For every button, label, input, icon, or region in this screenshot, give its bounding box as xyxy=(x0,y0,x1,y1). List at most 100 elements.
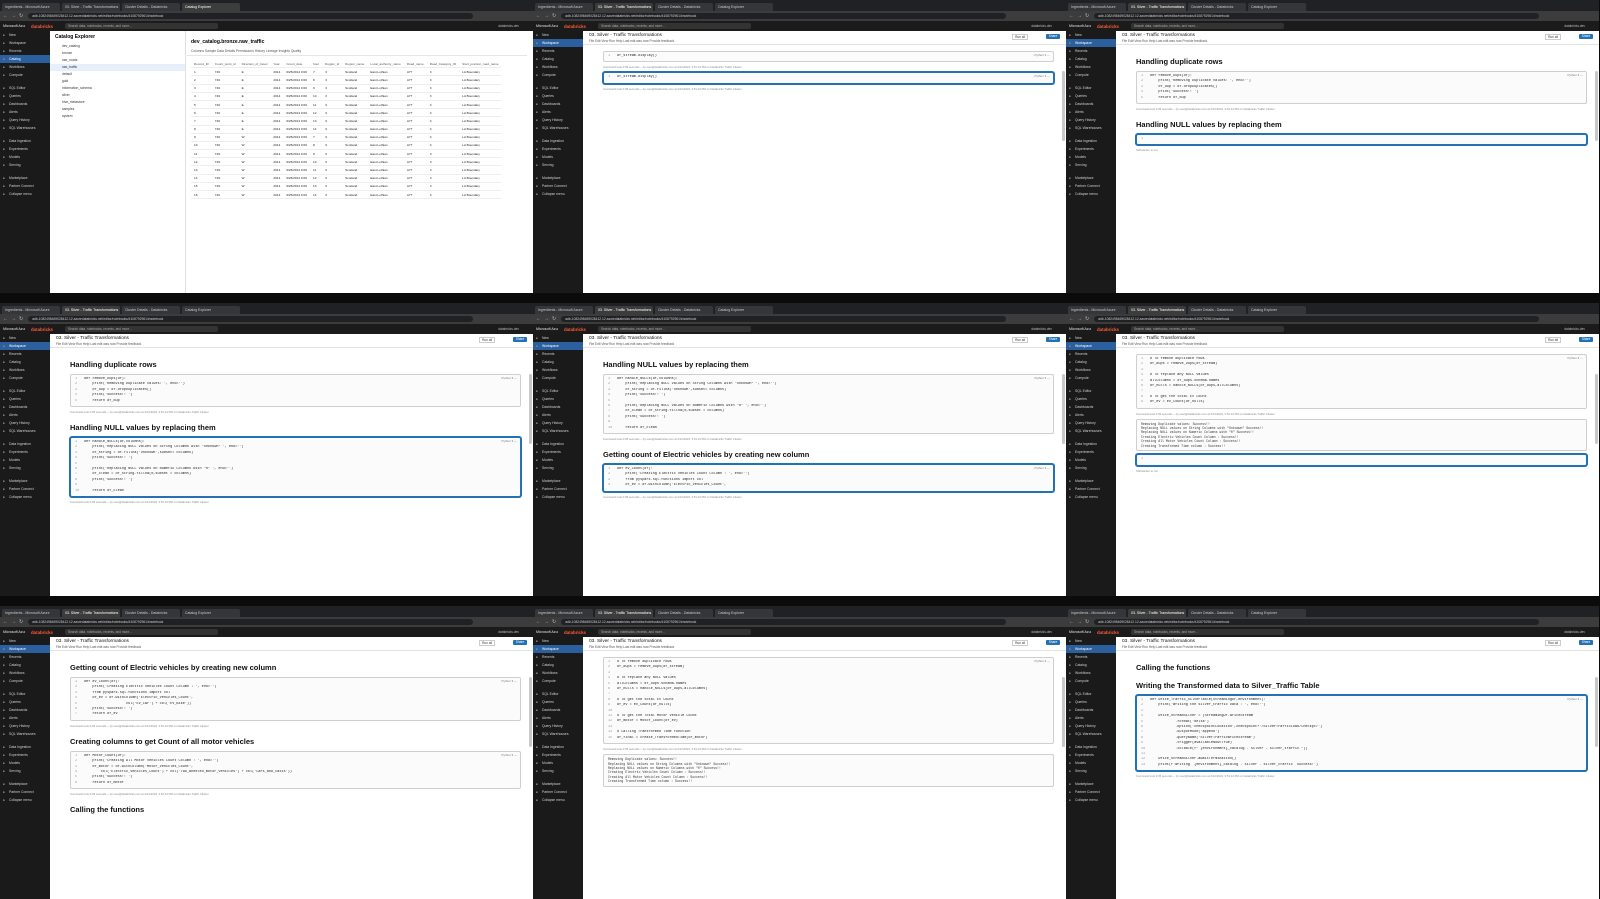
sidebar-item[interactable]: SQL Editor xyxy=(533,387,583,395)
share-button[interactable]: Share xyxy=(1579,34,1593,39)
sidebar-item[interactable]: Alerts xyxy=(1066,411,1116,419)
sidebar-item[interactable]: Partner Connect xyxy=(0,788,50,796)
sidebar-item[interactable]: Recents xyxy=(1066,653,1116,661)
notebook-title[interactable]: 03. Silver - Traffic Transformations xyxy=(1122,33,1195,38)
sidebar-item[interactable]: Dashboards xyxy=(533,706,583,714)
scrollbar[interactable] xyxy=(1595,374,1598,444)
databricks-logo[interactable]: databricks xyxy=(1097,24,1119,29)
sidebar-item[interactable]: SQL Warehouses xyxy=(533,427,583,435)
column-header[interactable]: Region_name xyxy=(342,60,368,69)
run-all-button[interactable]: Run all xyxy=(1012,337,1028,343)
sidebar-item[interactable]: Data Ingestion xyxy=(1066,137,1116,145)
browser-tab[interactable]: 03. Silver - Traffic Transformations xyxy=(595,609,653,617)
catalog-tree-item[interactable]: silver xyxy=(50,92,185,99)
sidebar-item[interactable]: Marketplace xyxy=(1066,780,1116,788)
sidebar-item[interactable]: Experiments xyxy=(533,751,583,759)
scrollbar[interactable] xyxy=(529,374,532,444)
column-header[interactable]: Start_junction_road_name xyxy=(459,60,502,69)
sidebar-item[interactable]: Marketplace xyxy=(0,174,50,182)
sidebar-item[interactable]: Recents xyxy=(0,350,50,358)
sidebar-item[interactable]: Catalog xyxy=(0,55,50,63)
sidebar-item[interactable]: Collapse menu xyxy=(1066,190,1116,198)
url-input[interactable]: adb-1082498469028412.12.azuredatabricks.… xyxy=(1094,13,1539,19)
sidebar-item[interactable]: Collapse menu xyxy=(1066,796,1116,804)
browser-tab[interactable]: Catalog Explorer xyxy=(1248,609,1306,617)
sidebar-item[interactable]: Alerts xyxy=(1066,108,1116,116)
sidebar-item[interactable]: Catalog xyxy=(533,55,583,63)
code-cell[interactable]: Python ▾ ⋯ 1 def handle_NULLs(df,columns):… xyxy=(70,437,521,498)
column-header[interactable]: Count_point_id xyxy=(211,60,239,69)
sidebar-item[interactable]: Catalog xyxy=(1066,661,1116,669)
back-icon[interactable]: ← xyxy=(1069,316,1074,322)
sidebar-item[interactable]: Serving xyxy=(533,464,583,472)
code-cell[interactable]: Python ▾ ⋯ 1 # To remove duplicate rows 2 df… xyxy=(1136,354,1587,409)
column-header[interactable]: Year xyxy=(270,60,284,69)
catalog-tree-item[interactable]: information_schema xyxy=(50,85,185,92)
url-input[interactable]: adb-1082498469028412.12.azuredatabricks.… xyxy=(28,316,473,322)
browser-tab[interactable]: Catalog Explorer xyxy=(182,3,240,11)
sidebar-item[interactable]: Serving xyxy=(1066,464,1116,472)
sidebar-item[interactable]: New xyxy=(533,31,583,39)
empty-cell[interactable]: 1 xyxy=(1136,454,1587,466)
reload-icon[interactable]: ↻ xyxy=(19,316,23,322)
browser-tab[interactable]: Ingredients - Microsoft Azure xyxy=(1068,609,1126,617)
forward-icon[interactable]: → xyxy=(544,13,549,19)
reload-icon[interactable]: ↻ xyxy=(19,619,23,625)
sidebar-item[interactable]: SQL Warehouses xyxy=(0,730,50,738)
sidebar-item[interactable]: SQL Editor xyxy=(1066,690,1116,698)
sidebar-item[interactable]: SQL Editor xyxy=(533,690,583,698)
sidebar-item[interactable]: Alerts xyxy=(533,714,583,722)
sidebar-item[interactable]: Serving xyxy=(0,464,50,472)
sidebar-item[interactable]: Compute xyxy=(1066,71,1116,79)
code-cell[interactable]: Python ▾ ⋯ 1 def remove_Dups(df): 2 print('… xyxy=(1136,71,1587,105)
sidebar-item[interactable]: Alerts xyxy=(0,714,50,722)
sidebar-item[interactable]: Query History xyxy=(533,116,583,124)
browser-tab[interactable]: Catalog Explorer xyxy=(715,609,773,617)
sidebar-item[interactable]: SQL Editor xyxy=(0,84,50,92)
browser-tab[interactable]: Catalog Explorer xyxy=(182,306,240,314)
column-header[interactable]: hour xyxy=(309,60,323,69)
share-button[interactable]: Share xyxy=(1579,337,1593,342)
code-cell[interactable]: Python ▾ ⋯ 1 # To remove duplicate rows 2 df… xyxy=(603,657,1054,745)
scrollbar[interactable] xyxy=(529,677,532,747)
sidebar-item[interactable]: Workflows xyxy=(533,63,583,71)
sidebar-item[interactable]: New xyxy=(533,334,583,342)
browser-tab[interactable]: 03. Silver - Traffic Transformations xyxy=(62,609,120,617)
scrollbar[interactable] xyxy=(1595,71,1598,141)
search-input[interactable]: Search data, notebooks, recents, and mor… xyxy=(597,629,751,635)
workspace-switcher[interactable]: databricks-dev xyxy=(1564,327,1585,331)
sidebar-item[interactable]: SQL Warehouses xyxy=(1066,730,1116,738)
databricks-logo[interactable]: databricks xyxy=(31,327,53,332)
forward-icon[interactable]: → xyxy=(1077,13,1082,19)
sidebar-item[interactable]: Dashboards xyxy=(1066,403,1116,411)
sidebar-item[interactable]: Experiments xyxy=(0,145,50,153)
back-icon[interactable]: ← xyxy=(536,13,541,19)
catalog-tree-item[interactable]: raw_roads xyxy=(50,57,185,64)
notebook-menu[interactable]: File Edit View Run Help Last edit was no… xyxy=(1122,39,1207,43)
share-button[interactable]: Share xyxy=(1579,640,1593,645)
cell-menu-icon[interactable]: Python ▾ ⋯ xyxy=(501,679,517,683)
sidebar-item[interactable]: Collapse menu xyxy=(533,493,583,501)
browser-tab[interactable]: Catalog Explorer xyxy=(1248,306,1306,314)
sidebar-item[interactable]: Experiments xyxy=(1066,751,1116,759)
catalog-tree-item[interactable]: bronze xyxy=(50,50,185,57)
sidebar-item[interactable]: Recents xyxy=(533,350,583,358)
sidebar-item[interactable]: Workflows xyxy=(0,669,50,677)
run-all-button[interactable]: Run all xyxy=(1012,34,1028,40)
workspace-switcher[interactable]: databricks-dev xyxy=(1564,24,1585,28)
sidebar-item[interactable]: Models xyxy=(0,759,50,767)
cell-menu-icon[interactable]: Python ▾ ⋯ xyxy=(1034,376,1050,380)
column-header[interactable]: Direction_of_travel xyxy=(238,60,271,69)
sidebar-item[interactable]: Workflows xyxy=(0,366,50,374)
run-all-button[interactable]: Run all xyxy=(479,640,495,646)
sidebar-item[interactable]: Experiments xyxy=(533,448,583,456)
sidebar-item[interactable]: Collapse menu xyxy=(0,493,50,501)
sidebar-item[interactable]: Experiments xyxy=(0,448,50,456)
catalog-tree-item[interactable]: hive_metastore xyxy=(50,99,185,106)
sidebar-item[interactable]: Workspace xyxy=(0,39,50,47)
sidebar-item[interactable]: SQL Warehouses xyxy=(0,124,50,132)
sidebar-item[interactable]: Marketplace xyxy=(0,477,50,485)
url-input[interactable]: adb-1082498469028412.12.azuredatabricks.… xyxy=(28,13,473,19)
browser-tab[interactable]: Cluster Details - Databricks xyxy=(1188,3,1246,11)
sidebar-item[interactable]: Query History xyxy=(0,419,50,427)
